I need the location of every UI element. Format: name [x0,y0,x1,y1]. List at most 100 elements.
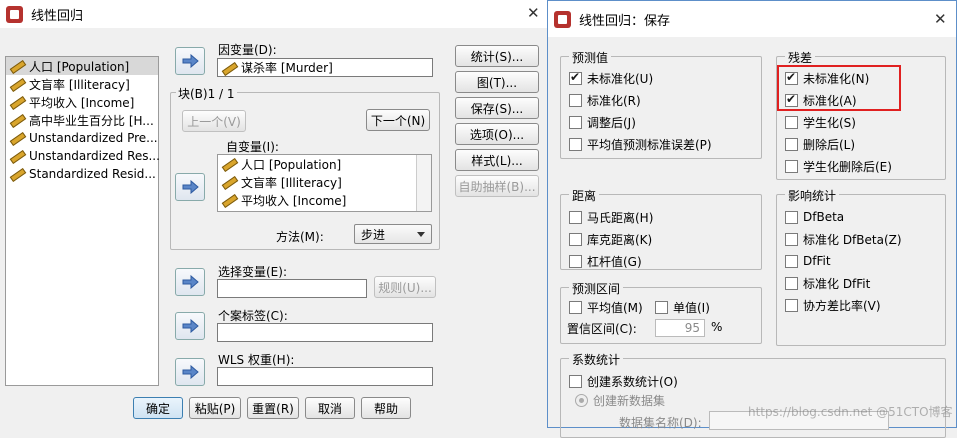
variable-item[interactable]: Standardized Resid... [6,165,158,183]
residuals-checkbox[interactable]: 学生化删除后(E) [785,155,892,177]
pi-single-checkbox[interactable]: 单值(I) [655,297,710,317]
linear-regression-dialog: 线性回归 ✕ 人口 [Population] 文盲率 [Illiteracy] 平均… [0,0,550,428]
paste-button[interactable]: 粘贴(P) [189,397,241,419]
statistics-button[interactable]: 统计(S)... [455,45,539,67]
variable-item[interactable]: 文盲率 [Illiteracy] [6,75,158,93]
plots-button[interactable]: 图(T)... [455,71,539,93]
scale-variable-icon [221,61,237,75]
right-arrow-icon [182,319,199,333]
variable-item[interactable]: 平均收入 [Income] [6,93,158,111]
influence-checkbox[interactable]: 协方差比率(V) [785,294,902,316]
ci-label: 置信区间(C): [567,322,637,336]
scale-variable-icon [9,95,25,109]
variable-item[interactable]: 人口 [Population] [6,57,158,75]
move-independent-button[interactable] [175,173,205,201]
style-button[interactable]: 样式(L)... [455,149,539,171]
right-arrow-icon [182,365,199,379]
wls-field[interactable] [217,367,433,386]
unchecked-box-icon [785,298,798,312]
unchecked-box-icon [785,137,798,151]
unchecked-box-icon [785,254,798,268]
close-icon[interactable]: ✕ [934,10,947,28]
help-button[interactable]: 帮助 [361,397,411,419]
unchecked-box-icon [569,210,582,224]
app-icon [6,5,23,23]
predicted-group: 预测值 未标准化(U)标准化(R)调整后(J)平均值预测标准误差(P) [560,49,762,159]
reset-button[interactable]: 重置(R) [247,397,299,419]
next-block-button[interactable]: 下一个(N) [366,109,430,131]
bootstrap-button[interactable]: 自助抽样(B)... [455,175,539,197]
predicted-checkbox[interactable]: 未标准化(U) [569,67,712,89]
move-selection-button[interactable] [175,268,205,296]
independent-list[interactable]: 人口 [Population] 文盲率 [Illiteracy] 平均收入 [Inc… [217,154,432,212]
coefficients-title: 系数统计 [569,351,624,368]
influence-checkbox[interactable]: DfBeta [785,206,902,228]
method-select[interactable]: 步进 [354,224,432,244]
case-label-field[interactable] [217,323,433,342]
dependent-field[interactable]: 谋杀率 [Murder] [217,58,433,77]
variable-item[interactable]: Unstandardized Res... [6,147,160,165]
scale-variable-icon [9,167,25,181]
app-icon [554,10,571,28]
watermark: https://blog.csdn.net @51CTO博客 [748,405,953,419]
independent-item[interactable]: 文盲率 [Illiteracy] [218,173,431,191]
unchecked-box-icon [569,232,582,246]
new-dataset-radio[interactable]: 创建新数据集 [575,390,665,410]
unchecked-box-icon [785,232,798,246]
unchecked-box-icon [569,115,582,129]
checked-box-icon [569,70,582,85]
method-label: 方法(M): [276,230,324,244]
right-arrow-icon [182,54,199,68]
influence-title: 影响统计 [785,187,840,204]
prediction-interval-group: 预测区间 平均值(M) 单值(I) 置信区间(C): 95 % [560,280,762,344]
ok-button[interactable]: 确定 [133,397,183,419]
main-title: 线性回归 [31,8,84,24]
cancel-button[interactable]: 取消 [305,397,355,419]
variable-item[interactable]: Unstandardized Pre... [6,129,158,147]
distance-checkbox[interactable]: 杠杆值(G) [569,250,653,272]
distance-checkbox[interactable]: 库克距离(K) [569,228,653,250]
move-case-label-button[interactable] [175,312,205,340]
influence-checkbox[interactable]: DfFit [785,250,902,272]
variable-item[interactable]: 高中毕业生百分比 [H... [6,111,158,129]
case-label-label: 个案标签(C): [218,309,288,323]
create-coefficients-checkbox[interactable]: 创建系数统计(O) [569,371,678,391]
unchecked-box-icon [785,210,798,224]
ci-unit: % [711,320,723,334]
predicted-checkbox[interactable]: 平均值预测标准误差(P) [569,133,712,155]
previous-block-button[interactable]: 上一个(V) [182,110,246,132]
unchecked-box-icon [785,115,798,129]
predicted-checkbox[interactable]: 标准化(R) [569,89,712,111]
prediction-interval-title: 预测区间 [569,280,624,297]
residuals-title: 残差 [785,49,816,66]
chevron-down-icon [417,231,425,237]
residuals-checkbox[interactable]: 学生化(S) [785,111,892,133]
influence-group: 影响统计 DfBeta 标准化 DfBeta(Z) DfFit 标准化 DfFit 协方… [776,187,946,346]
save-dialog: 线性回归：保存 ✕ 预测值 未标准化(U)标准化(R)调整后(J)平均值预测标准… [547,0,957,438]
independent-label: 自变量(I): [226,140,279,154]
move-dependent-button[interactable] [175,47,205,75]
independent-list-scrollbar[interactable] [416,155,431,211]
rule-button[interactable]: 规则(U)... [374,276,436,298]
influence-checkbox[interactable]: 标准化 DfBeta(Z) [785,228,902,250]
independent-item[interactable]: 平均收入 [Income] [218,191,431,209]
save-button[interactable]: 保存(S)... [455,97,539,119]
main-titlebar: 线性回归 [0,0,549,28]
predicted-checkbox[interactable]: 调整后(J) [569,111,712,133]
selection-label: 选择变量(E): [218,265,287,279]
move-wls-button[interactable] [175,358,205,386]
close-icon[interactable]: ✕ [527,4,540,22]
independent-item[interactable]: 人口 [Population] [218,155,431,173]
dataset-name-label: 数据集名称(D): [619,416,702,430]
influence-checkbox[interactable]: 标准化 DfFit [785,272,902,294]
ci-input[interactable]: 95 [655,319,705,337]
residuals-checkbox[interactable]: 删除后(L) [785,133,892,155]
options-button[interactable]: 选项(O)... [455,123,539,145]
scale-variable-icon [9,149,25,163]
selection-field[interactable] [217,279,367,298]
pi-mean-checkbox[interactable]: 平均值(M) [569,297,643,317]
coefficients-group: 系数统计 创建系数统计(O) 创建新数据集 数据集名称(D): [560,351,946,438]
right-arrow-icon [182,275,199,289]
source-variable-list[interactable]: 人口 [Population] 文盲率 [Illiteracy] 平均收入 [Inc… [5,56,160,386]
distance-checkbox[interactable]: 马氏距离(H) [569,206,653,228]
